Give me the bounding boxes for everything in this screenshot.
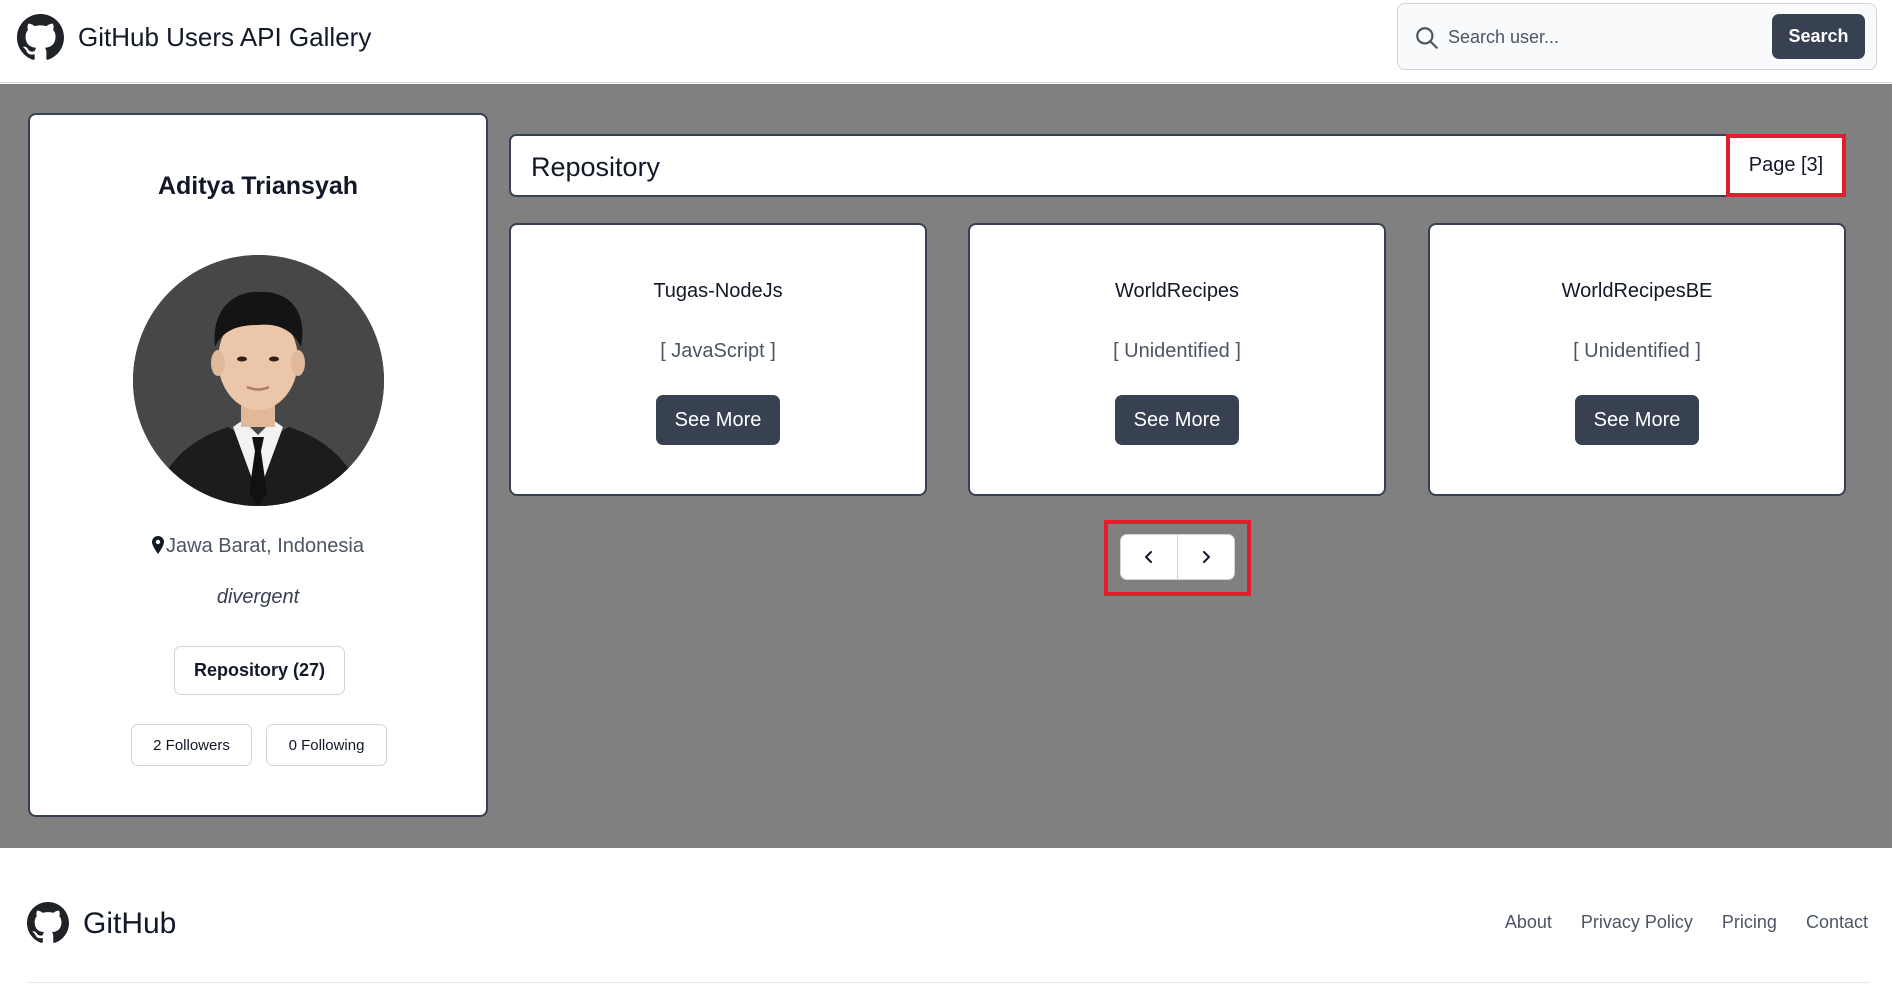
location-text: Jawa Barat, Indonesia <box>166 535 364 557</box>
footer-link-about[interactable]: About <box>1505 912 1552 933</box>
top-navbar: GitHub Users API Gallery Search <box>0 0 1892 83</box>
repo-language: [ Unidentified ] <box>1573 340 1701 362</box>
search-icon <box>1416 27 1438 49</box>
chevron-right-icon <box>1203 551 1210 563</box>
next-page-button[interactable] <box>1177 535 1234 579</box>
repository-header: Repository Page [3] <box>509 134 1846 197</box>
footer-link-privacy-policy[interactable]: Privacy Policy <box>1581 912 1693 933</box>
github-icon[interactable] <box>17 14 64 61</box>
prev-page-button[interactable] <box>1121 535 1177 579</box>
repository-count-button[interactable]: Repository (27) <box>174 646 345 695</box>
repo-name: WorldRecipesBE <box>1561 280 1713 302</box>
footer-link-contact[interactable]: Contact <box>1806 912 1868 933</box>
footer-brand[interactable]: GitHub <box>83 907 176 941</box>
search-form: Search <box>1397 3 1877 70</box>
repo-name: Tugas-NodeJs <box>653 280 783 302</box>
location: Jawa Barat, Indonesia <box>30 535 486 558</box>
footer-links: About Privacy Policy Pricing Contact <box>1505 912 1868 933</box>
repo-card: WorldRecipes [ Unidentified ] See More <box>968 223 1386 496</box>
main-content: Aditya Triansyah Jawa Barat, Indonesia d… <box>0 84 1892 848</box>
repo-name: WorldRecipes <box>1114 280 1240 302</box>
app-title[interactable]: GitHub Users API Gallery <box>78 22 371 53</box>
pagination <box>1120 534 1235 580</box>
search-input[interactable] <box>1448 18 1738 56</box>
repository-title: Repository <box>531 152 661 182</box>
footer: GitHub About Privacy Policy Pricing Cont… <box>0 848 1892 986</box>
see-more-button[interactable]: See More <box>1115 395 1239 445</box>
profile-name: Aditya Triansyah <box>157 172 359 200</box>
profile-card: Aditya Triansyah Jawa Barat, Indonesia d… <box>28 113 488 817</box>
search-button[interactable]: Search <box>1772 14 1865 59</box>
pagination-highlight <box>1104 520 1251 596</box>
footer-divider <box>27 982 1870 983</box>
see-more-button[interactable]: See More <box>1575 395 1699 445</box>
repo-language: [ Unidentified ] <box>1113 340 1241 362</box>
see-more-button[interactable]: See More <box>656 395 780 445</box>
map-pin-icon <box>152 536 165 554</box>
following-button[interactable]: 0 Following <box>266 724 387 766</box>
github-icon[interactable] <box>27 902 69 944</box>
chevron-left-icon <box>1145 551 1152 563</box>
footer-link-pricing[interactable]: Pricing <box>1722 912 1777 933</box>
repo-card: WorldRecipesBE [ Unidentified ] See More <box>1428 223 1846 496</box>
repo-language: [ JavaScript ] <box>660 340 776 362</box>
bio: divergent <box>216 586 300 608</box>
avatar <box>133 255 384 506</box>
followers-button[interactable]: 2 Followers <box>131 724 252 766</box>
repo-card: Tugas-NodeJs [ JavaScript ] See More <box>509 223 927 496</box>
page-indicator: Page [3] <box>1726 134 1846 197</box>
